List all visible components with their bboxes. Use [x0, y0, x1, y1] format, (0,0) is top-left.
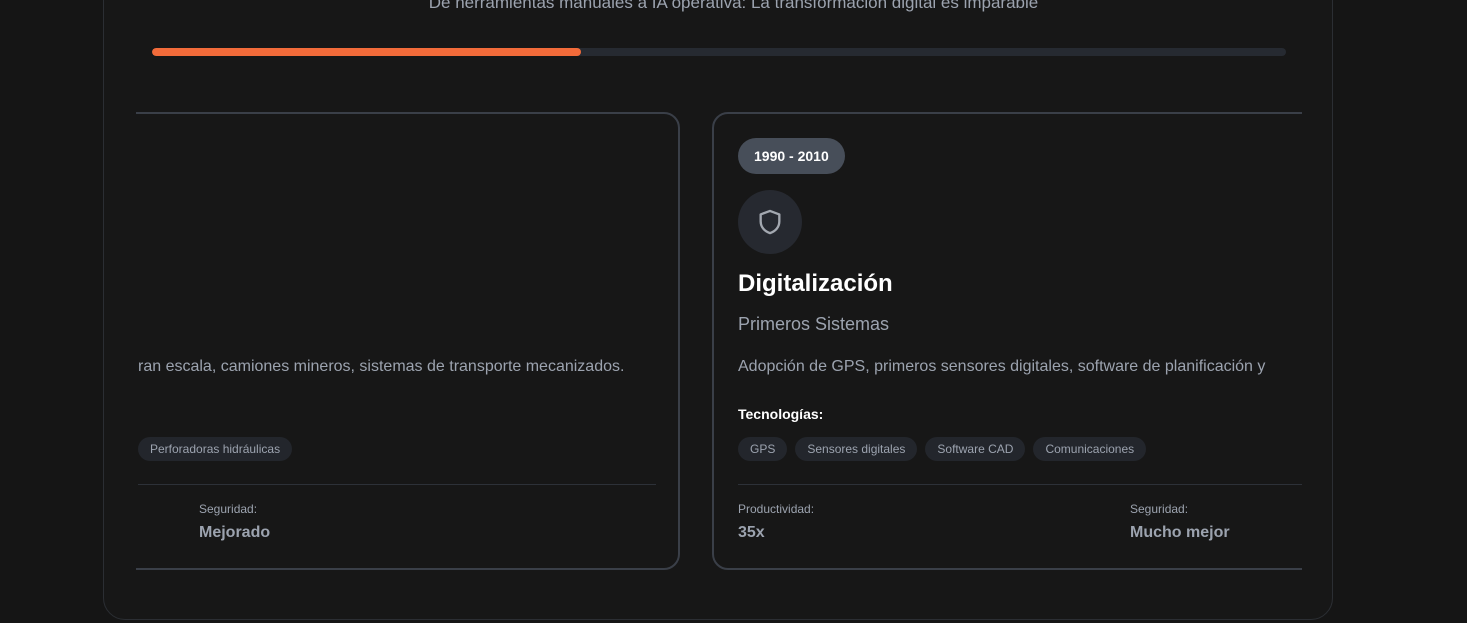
- technology-tags: GPS Sensores digitales Software CAD Comu…: [738, 437, 1147, 461]
- metric-label-safety: Seguridad:: [199, 502, 258, 516]
- timeline-card-digitalizacion[interactable]: 1990 - 2010 Digitalización Primeros Sist…: [712, 112, 1302, 570]
- card-description: Adopción de GPS, primeros sensores digit…: [738, 358, 1266, 375]
- technologies-heading: Tecnologías:: [738, 406, 824, 422]
- metric-value-safety: Mejorado: [199, 524, 271, 541]
- metric-value-productivity: 35x: [738, 524, 765, 541]
- technology-tag: Perforadoras hidráulicas: [138, 437, 293, 461]
- technology-tag: Software CAD: [925, 437, 1026, 461]
- period-badge: 1990 - 2010: [738, 138, 845, 174]
- progress-bar: [152, 48, 1286, 56]
- card-title: Digitalización: [738, 270, 893, 297]
- metric-value-safety: Mucho mejor: [1130, 524, 1230, 541]
- technology-tag: Comunicaciones: [1033, 437, 1147, 461]
- progress-fill: [152, 48, 581, 56]
- shield-icon: [759, 209, 781, 235]
- card-divider: [138, 484, 656, 485]
- metric-label-productivity: Productividad:: [738, 502, 815, 516]
- page-subtitle: De herramientas manuales a IA operativa:…: [428, 0, 1039, 12]
- card-divider: [738, 484, 1302, 485]
- technology-tag: GPS: [738, 437, 788, 461]
- card-subtitle: Primeros Sistemas: [738, 314, 890, 334]
- metric-label-safety: Seguridad:: [1130, 502, 1189, 516]
- card-icon-container: [738, 190, 802, 254]
- timeline-carousel[interactable]: ran escala, camiones mineros, sistemas d…: [136, 112, 1302, 572]
- card-description: ran escala, camiones mineros, sistemas d…: [138, 358, 625, 375]
- technology-tags: Perforadoras hidráulicas: [138, 437, 293, 461]
- timeline-card-previous[interactable]: ran escala, camiones mineros, sistemas d…: [136, 112, 680, 570]
- technology-tag: Sensores digitales: [795, 437, 918, 461]
